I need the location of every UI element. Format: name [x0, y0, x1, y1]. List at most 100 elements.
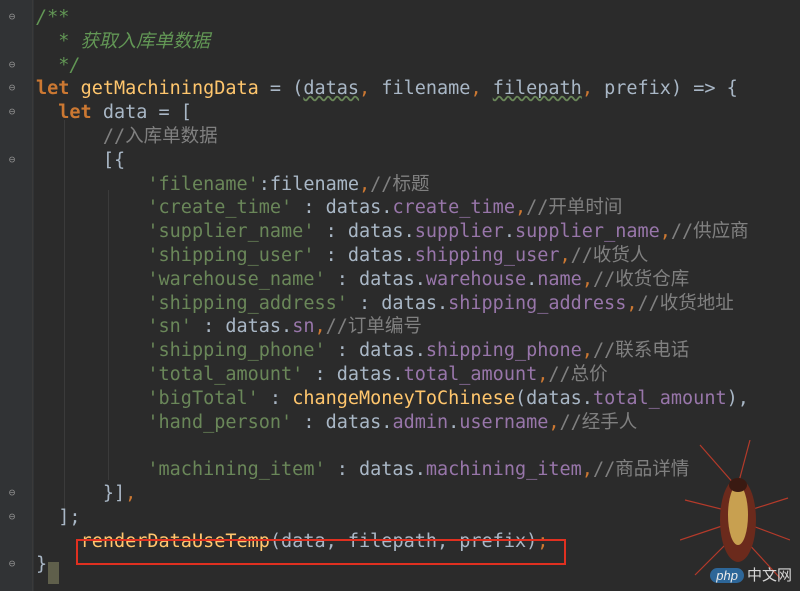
- code-token: 'supplier_name': [147, 221, 315, 243]
- code-token: shipping_address: [448, 292, 627, 314]
- cockroach-image: [680, 440, 790, 579]
- code-token: //供应商: [670, 221, 749, 243]
- code-line[interactable]: 'warehouse_name' : datas.warehouse.name,…: [36, 268, 800, 292]
- code-token: * 获取入库单数据: [36, 30, 211, 52]
- code-token: 'create_time': [147, 197, 293, 219]
- code-token: getMachiningData: [80, 78, 259, 100]
- code-token: :filename: [258, 173, 360, 195]
- code-token: .: [448, 411, 460, 433]
- code-line[interactable]: ⊖ let data = [: [9, 101, 800, 125]
- code-token: ,: [537, 363, 549, 385]
- code-token: ) => {: [670, 78, 738, 100]
- code-token: : datas.: [325, 459, 426, 481]
- code-token: :: [258, 387, 293, 409]
- code-line[interactable]: * 获取入库单数据: [36, 30, 800, 54]
- code-token: ,: [314, 316, 326, 338]
- code-token: ,: [581, 268, 593, 290]
- code-token: .: [503, 221, 515, 243]
- fold-toggle-icon[interactable]: ⊖: [6, 58, 18, 72]
- matching-brace-highlight: [48, 562, 59, 584]
- watermark: php 中文网: [710, 564, 792, 585]
- code-line[interactable]: 'shipping_user' : datas.shipping_user,//…: [36, 244, 800, 268]
- code-token: : datas.: [191, 316, 293, 338]
- code-token: ,: [659, 221, 671, 243]
- code-token: /**: [36, 7, 70, 28]
- code-token: : datas.: [325, 340, 426, 362]
- code-line[interactable]: //入库单数据: [36, 125, 800, 149]
- code-token: filename: [381, 78, 471, 100]
- code-line[interactable]: ⊖ [{: [9, 149, 800, 173]
- code-token: name: [537, 268, 582, 290]
- code-line[interactable]: 'total_amount' : datas.total_amount,//总价: [36, 363, 800, 387]
- code-token: ,: [626, 292, 638, 314]
- code-token: changeMoneyToChinese: [292, 387, 515, 409]
- code-token: (datas.: [514, 387, 593, 409]
- watermark-badge: php: [710, 568, 744, 583]
- code-token: = (: [258, 78, 304, 100]
- fold-toggle-icon[interactable]: ⊖: [6, 105, 18, 119]
- code-line[interactable]: ⊖ let getMachiningData = (datas, filename…: [9, 77, 800, 101]
- code-line[interactable]: ⊖ */: [9, 54, 800, 78]
- code-token: //商品详情: [592, 459, 690, 481]
- code-token: 'bigTotal': [147, 387, 259, 409]
- code-line[interactable]: 'create_time' : datas.create_time,//开单时间: [36, 196, 800, 220]
- code-token: : datas.: [303, 363, 404, 385]
- fold-toggle-icon[interactable]: ⊖: [6, 153, 18, 167]
- fold-toggle-icon[interactable]: ⊖: [6, 10, 18, 24]
- code-line[interactable]: 'hand_person' : datas.admin.username,//经…: [36, 411, 800, 435]
- code-token: }: [36, 554, 48, 576]
- watermark-text: 中文网: [746, 567, 792, 584]
- code-token: //开单时间: [526, 197, 623, 219]
- fold-toggle-icon[interactable]: ⊖: [6, 510, 18, 524]
- code-token: warehouse: [425, 268, 527, 290]
- code-token: total_amount: [403, 363, 538, 385]
- code-token: shipping_user: [414, 244, 560, 266]
- code-line[interactable]: 'supplier_name' : datas.supplier.supplie…: [36, 220, 800, 244]
- code-token: datas: [303, 78, 360, 100]
- fold-toggle-icon[interactable]: ⊖: [6, 557, 18, 571]
- code-token: ,: [125, 482, 137, 504]
- code-line[interactable]: 'filename':filename,//标题: [36, 173, 800, 197]
- code-line[interactable]: 'shipping_address' : datas.shipping_addr…: [36, 292, 800, 316]
- code-token: : datas.: [314, 221, 415, 243]
- code-token: //入库单数据: [102, 125, 218, 147]
- code-line[interactable]: 'shipping_phone' : datas.shipping_phone,…: [36, 339, 800, 363]
- code-token: //收货地址: [637, 292, 734, 314]
- code-token: : datas.: [292, 197, 393, 219]
- code-token: filepath: [492, 78, 582, 100]
- code-token: //收货仓库: [592, 268, 690, 290]
- code-token: ),: [726, 387, 749, 409]
- code-token: prefix: [604, 78, 671, 100]
- code-token: create_time: [392, 197, 515, 219]
- code-token: //收货人: [570, 244, 649, 266]
- code-token: //经手人: [559, 411, 638, 433]
- code-token: supplier: [414, 221, 504, 243]
- code-token: : datas.: [347, 292, 449, 314]
- code-token: //总价: [548, 363, 608, 385]
- code-token: total_amount: [592, 387, 727, 409]
- code-token: ,: [581, 340, 593, 362]
- fold-toggle-icon[interactable]: ⊖: [6, 81, 18, 95]
- code-line[interactable]: 'bigTotal' : changeMoneyToChinese(datas.…: [36, 387, 800, 411]
- code-token: : datas.: [325, 268, 426, 290]
- code-line[interactable]: ⊖ /**: [9, 6, 800, 30]
- code-token: ,: [559, 244, 571, 266]
- code-token: ];: [36, 506, 81, 528]
- fold-toggle-icon[interactable]: ⊖: [6, 486, 18, 500]
- code-token: ,: [581, 78, 605, 100]
- code-line[interactable]: 'sn' : datas.sn,//订单编号: [36, 315, 800, 339]
- code-token: 'total_amount': [147, 363, 304, 385]
